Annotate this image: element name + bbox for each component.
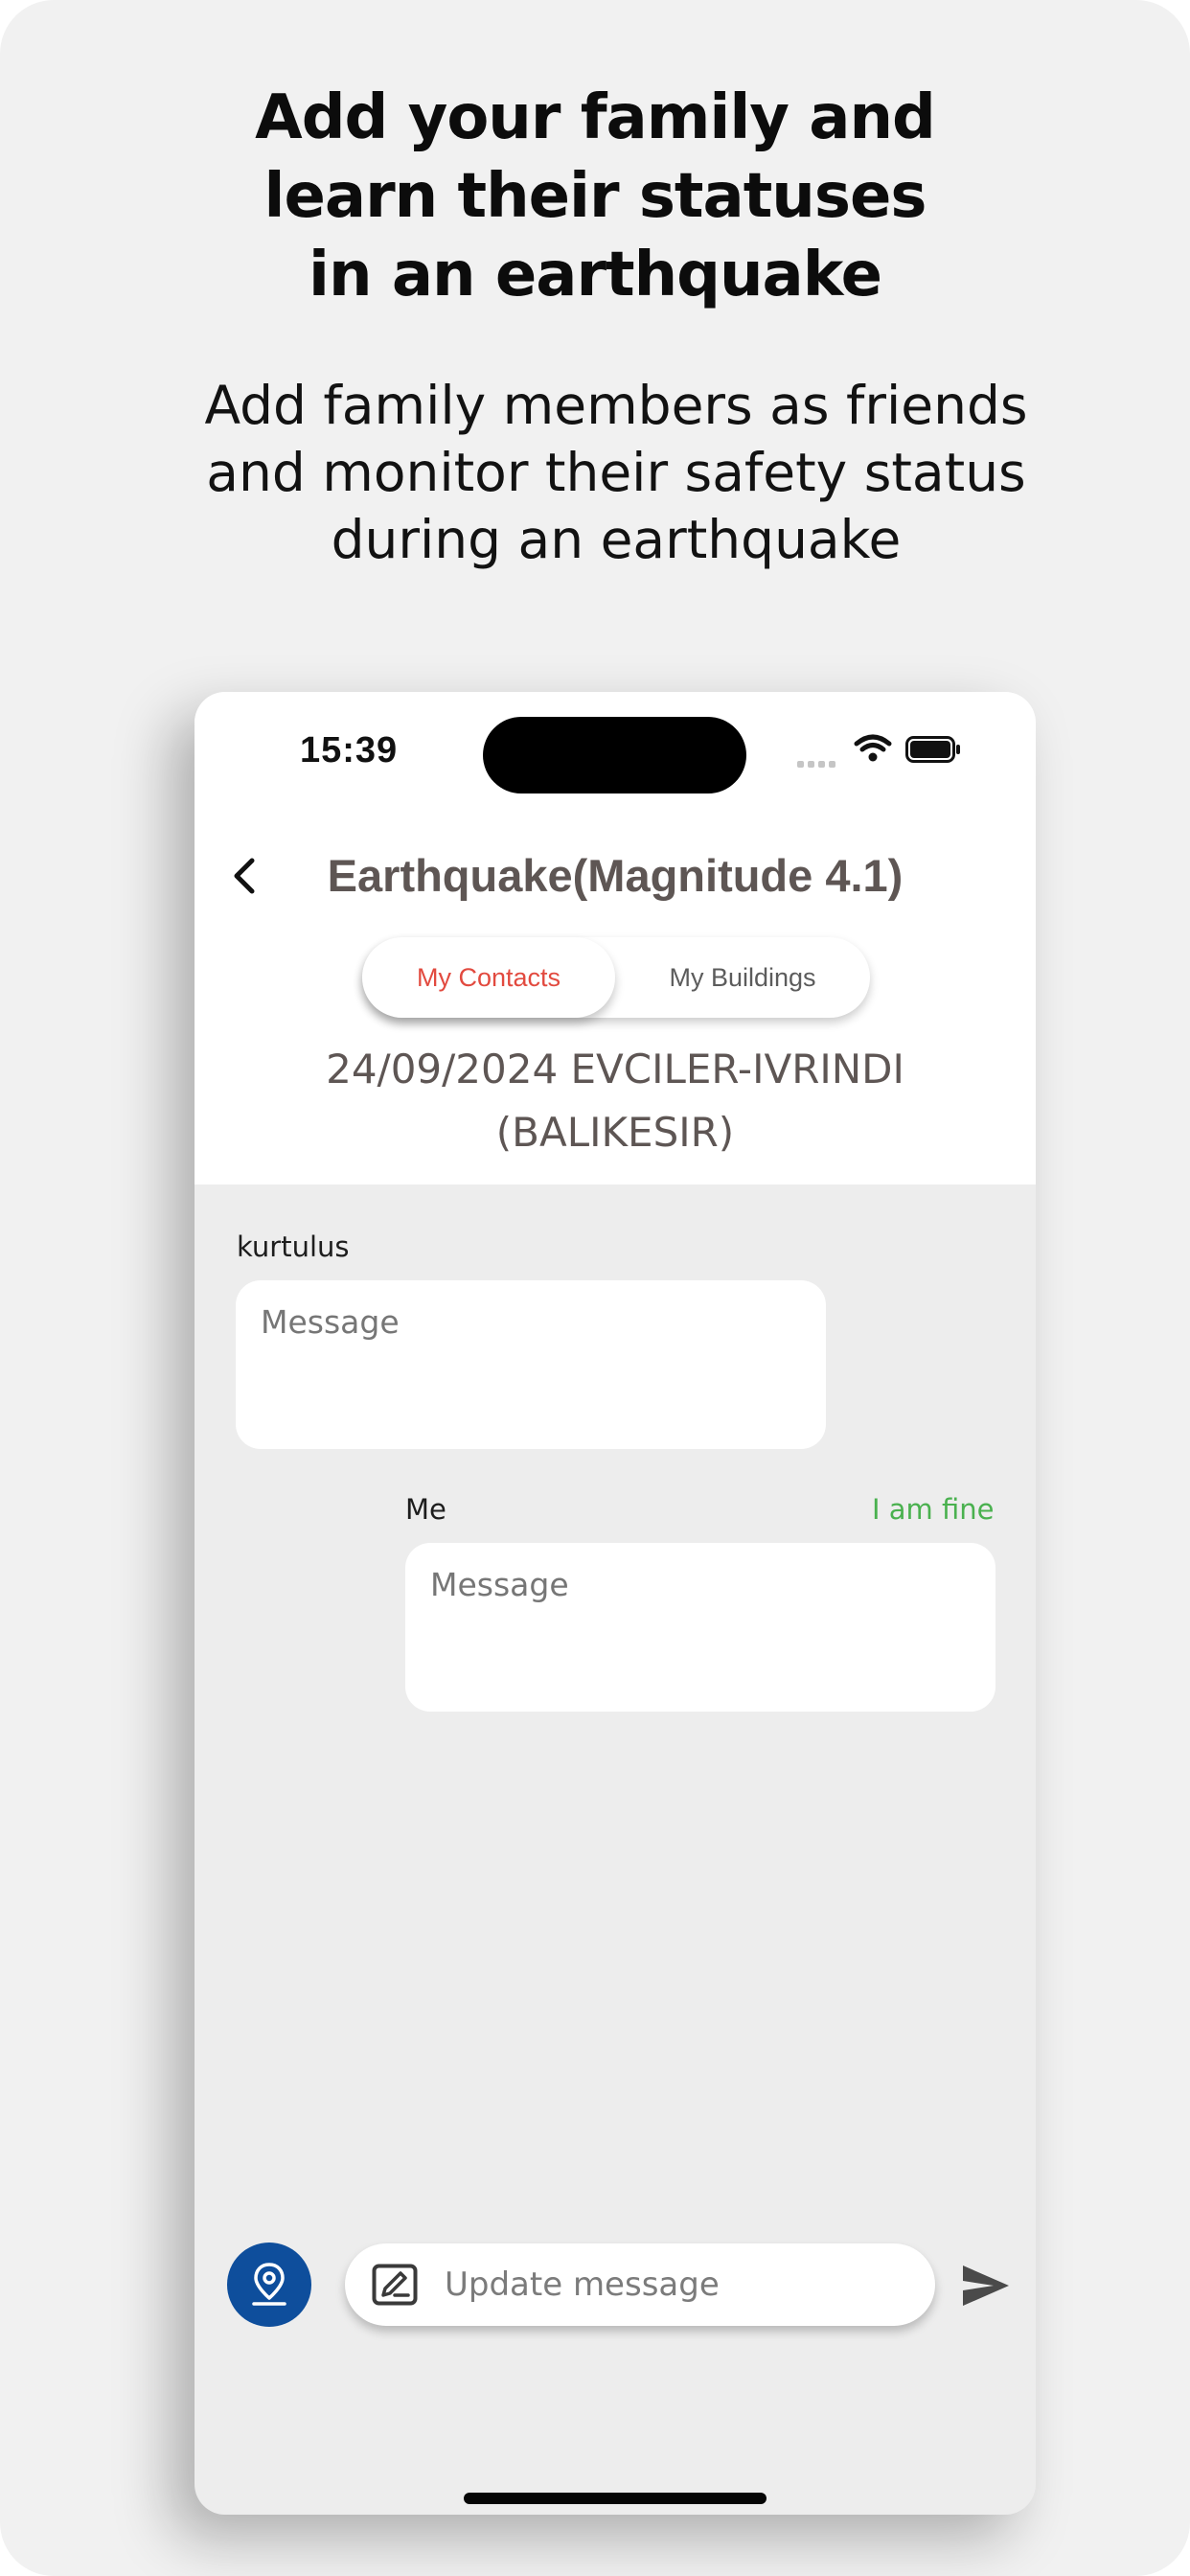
dynamic-island xyxy=(483,717,746,794)
wifi-icon xyxy=(854,734,892,762)
promo-headline: Add your family and learn their statuses… xyxy=(172,79,1018,314)
safety-status-badge: I am fine xyxy=(872,1493,995,1526)
headline-line: Add your family and xyxy=(255,82,936,153)
send-icon[interactable] xyxy=(959,2262,1013,2310)
subline-line: during an earthquake xyxy=(331,509,902,570)
signal-icon xyxy=(797,755,841,768)
tab-switcher: My Contacts My Buildings xyxy=(362,937,870,1018)
contact-message-bubble: Message xyxy=(236,1280,826,1449)
promo-subline: Add family members as friends and monito… xyxy=(153,372,1079,573)
tab-my-buildings[interactable]: My Buildings xyxy=(615,937,870,1018)
screen-header: 15:39 Earthquake(Magnitude 4.1) My Conta… xyxy=(195,692,1036,1184)
headline-line: learn their statuses xyxy=(263,161,927,232)
status-time: 15:39 xyxy=(300,730,399,770)
tab-my-contacts[interactable]: My Contacts xyxy=(362,937,615,1018)
event-region: (BALIKESIR) xyxy=(495,1109,735,1156)
my-message-bubble: Message xyxy=(405,1543,995,1712)
phone-screen: 15:39 Earthquake(Magnitude 4.1) My Conta… xyxy=(195,692,1036,2515)
contact-name: kurtulus xyxy=(237,1230,350,1263)
location-pin-icon xyxy=(252,2263,286,2306)
home-indicator xyxy=(464,2493,767,2504)
my-message-text: Message xyxy=(430,1566,569,1603)
update-message-field xyxy=(345,2243,935,2326)
subline-line: and monitor their safety status xyxy=(206,442,1026,503)
update-message-input[interactable] xyxy=(445,2243,904,2326)
headline-line: in an earthquake xyxy=(309,240,882,310)
event-date-location: 24/09/2024 EVCILER-IVRINDI xyxy=(326,1046,904,1092)
battery-icon xyxy=(905,736,960,763)
promo-page: Add your family and learn their statuses… xyxy=(0,0,1190,2576)
contact-message-text: Message xyxy=(261,1303,400,1341)
my-name: Me xyxy=(405,1493,446,1526)
screen-title: Earthquake(Magnitude 4.1) xyxy=(327,850,904,901)
share-location-button[interactable] xyxy=(227,2242,311,2327)
edit-message-icon xyxy=(372,2264,418,2306)
chevron-left-icon[interactable] xyxy=(221,847,267,905)
subline-line: Add family members as friends xyxy=(204,375,1028,436)
